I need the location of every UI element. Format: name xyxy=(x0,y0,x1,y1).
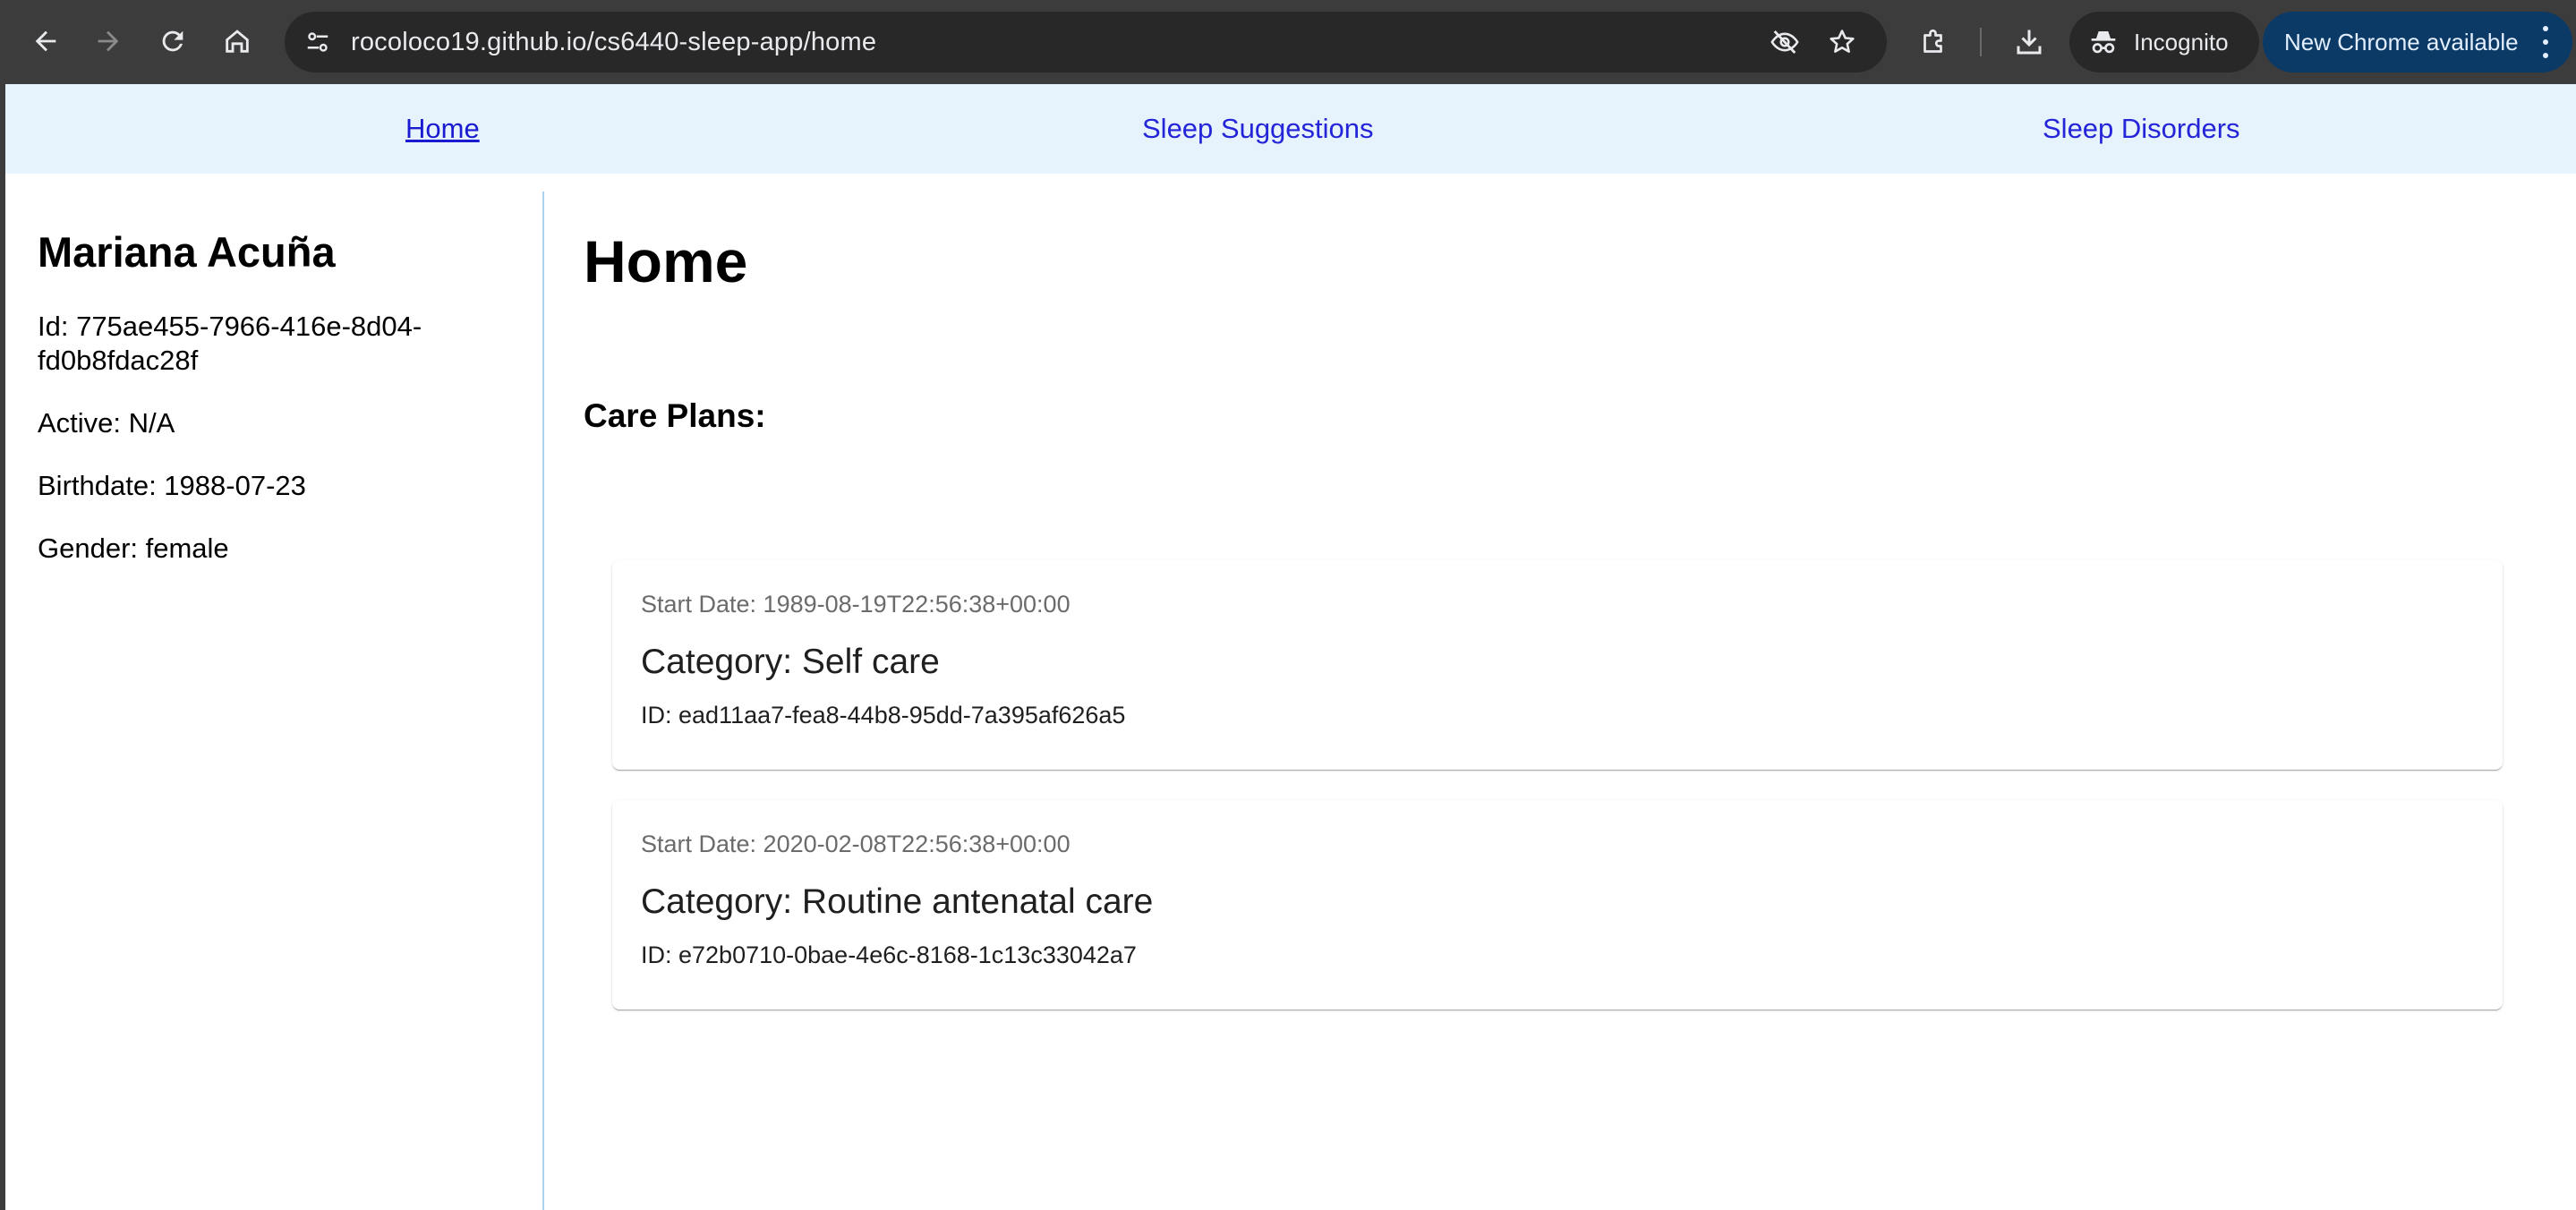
puzzle-icon xyxy=(1923,29,1942,53)
patient-birthdate: Birthdate: 1988-07-23 xyxy=(38,470,306,501)
arrow-right-icon xyxy=(98,30,119,52)
download-icon xyxy=(2017,30,2042,55)
care-plan-category: Category: Self care xyxy=(641,643,940,681)
kebab-menu-icon[interactable] xyxy=(2535,26,2556,58)
patient-active: Active: N/A xyxy=(38,407,175,439)
reload-icon xyxy=(162,30,183,52)
update-label: New Chrome available xyxy=(2284,29,2519,55)
home-icon xyxy=(226,30,249,53)
arrow-left-icon xyxy=(35,30,56,52)
nav-link-sleep-suggestions[interactable]: Sleep Suggestions xyxy=(1142,111,1374,147)
care-plans-heading: Care Plans: xyxy=(584,397,766,434)
page-title: Home xyxy=(584,228,748,294)
url-text[interactable]: rocoloco19.github.io/cs6440-sleep-app/ho… xyxy=(351,12,876,72)
incognito-icon xyxy=(2091,31,2116,54)
tune-icon xyxy=(307,32,328,52)
toolbar-divider xyxy=(1980,28,1982,56)
top-navigation: Home Sleep Suggestions Sleep Disorders xyxy=(5,84,2576,174)
star-icon xyxy=(1830,30,1855,53)
main-content: Home Care Plans: Start Date: 1989-08-19T… xyxy=(544,192,2576,1210)
nav-link-sleep-disorders[interactable]: Sleep Disorders xyxy=(2043,111,2240,147)
back-button[interactable] xyxy=(20,15,72,67)
address-bar[interactable]: rocoloco19.github.io/cs6440-sleep-app/ho… xyxy=(285,12,1887,72)
home-button[interactable] xyxy=(211,15,263,67)
incognito-label: Incognito xyxy=(2134,29,2229,55)
care-plan-start-date: Start Date: 1989-08-19T22:56:38+00:00 xyxy=(641,591,1070,618)
nav-link-home[interactable]: Home xyxy=(405,111,480,147)
incognito-indicator[interactable]: Incognito xyxy=(2069,12,2259,72)
bookmark-button[interactable] xyxy=(1822,22,1862,62)
eye-off-icon xyxy=(1770,30,1799,55)
forward-button[interactable] xyxy=(82,15,134,67)
care-plan-category: Category: Routine antenatal care xyxy=(641,882,1154,921)
care-plan-id: ID: e72b0710-0bae-4e6c-8168-1c13c33042a7 xyxy=(641,942,1137,968)
page: Home Sleep Suggestions Sleep Disorders M… xyxy=(5,84,2576,1210)
chrome-update-button[interactable]: New Chrome available xyxy=(2263,12,2572,72)
care-plan-start-date: Start Date: 2020-02-08T22:56:38+00:00 xyxy=(641,831,1070,857)
site-info-button[interactable] xyxy=(295,20,340,64)
extensions-button[interactable] xyxy=(1910,18,1958,66)
patient-gender: Gender: female xyxy=(38,533,229,564)
care-plan-id: ID: ead11aa7-fea8-44b8-95dd-7a395af626a5 xyxy=(641,702,1126,729)
care-plan-card: Start Date: 1989-08-19T22:56:38+00:00 Ca… xyxy=(612,560,2503,770)
tracking-protection-button[interactable] xyxy=(1765,22,1804,62)
downloads-button[interactable] xyxy=(2005,18,2053,66)
patient-id: Id: 775ae455-7966-416e-8d04-fd0b8fdac28f xyxy=(38,311,422,376)
care-plan-card: Start Date: 2020-02-08T22:56:38+00:00 Ca… xyxy=(612,800,2503,1010)
patient-sidebar: Mariana Acuña Id: 775ae455-7966-416e-8d0… xyxy=(5,192,544,1210)
reload-button[interactable] xyxy=(147,15,199,67)
browser-toolbar: rocoloco19.github.io/cs6440-sleep-app/ho… xyxy=(0,0,2576,84)
patient-name: Mariana Acuña xyxy=(38,228,336,276)
